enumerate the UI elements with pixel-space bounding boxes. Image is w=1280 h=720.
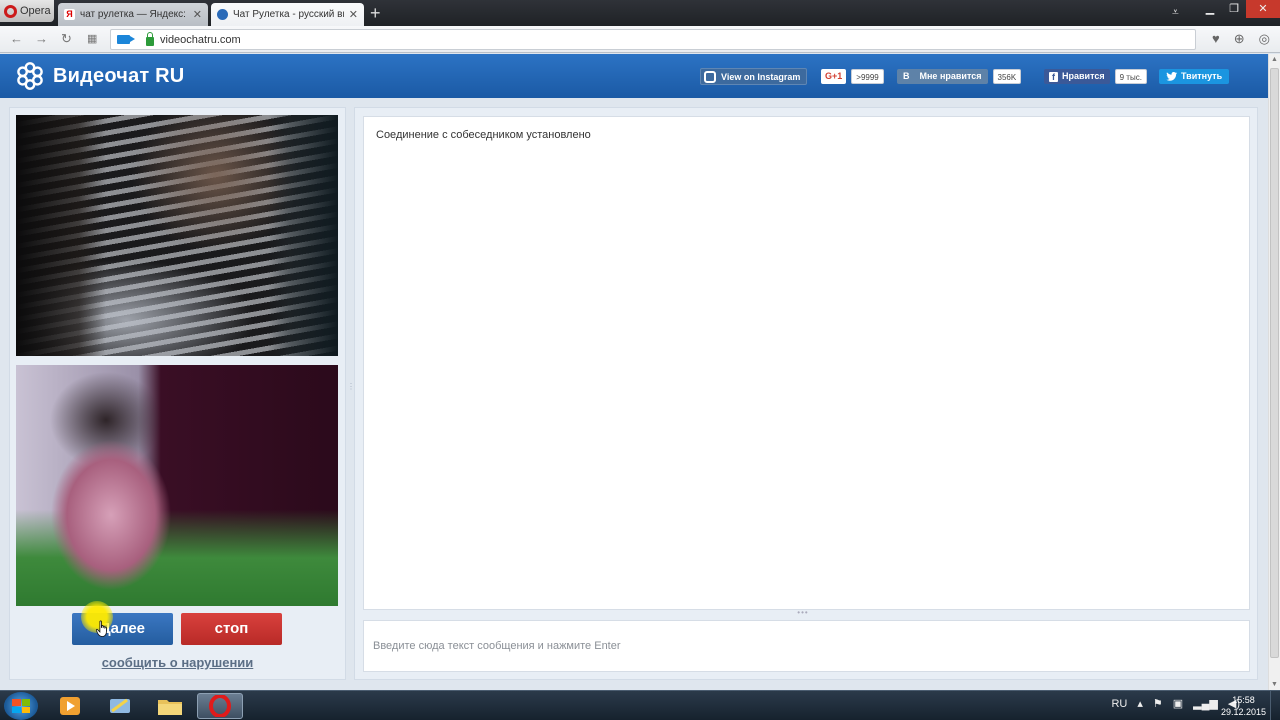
google-plus-label: G+1 [821, 69, 847, 84]
google-plus-count: >9999 [851, 69, 884, 84]
report-violation-link[interactable]: сообщить о нарушении [10, 655, 345, 670]
clock-time: 15:58 [1232, 695, 1255, 705]
tray-expand-icon[interactable]: ▴ [1137, 697, 1143, 710]
scroll-thumb[interactable] [1270, 68, 1279, 658]
maximize-icon[interactable]: ❐ [1222, 0, 1246, 18]
instagram-label: View on Instagram [721, 71, 801, 82]
minimize-icon[interactable]: ▁ [1198, 0, 1222, 18]
app-window-icon [110, 698, 130, 713]
site-title: Видеочат RU [53, 64, 185, 87]
opera-menu-button[interactable]: Opera [0, 0, 54, 22]
language-indicator[interactable]: RU [1111, 698, 1127, 710]
secure-lock-icon[interactable] [146, 31, 154, 46]
stop-button[interactable]: стоп [181, 613, 282, 645]
google-plus-button[interactable]: G+1 >9999 [821, 68, 884, 85]
folder-icon [158, 700, 182, 715]
facebook-like-label: Нравится [1062, 71, 1105, 81]
url-text: videochatru.com [160, 33, 241, 46]
instagram-button[interactable]: View on Instagram [700, 68, 808, 85]
hand-cursor-icon [96, 620, 107, 637]
taskbar-opera[interactable] [197, 693, 243, 719]
twitter-tweet-label: Твитнуть [1181, 71, 1223, 81]
facebook-icon: f [1049, 71, 1058, 82]
chat-log: Соединение с собеседником установлено [363, 116, 1250, 610]
download-icon[interactable]: ⊕ [1234, 31, 1245, 47]
action-center-flag-icon[interactable]: ⚑ [1153, 697, 1163, 710]
camera-permission-icon[interactable] [117, 35, 135, 44]
site-header: Видеочат RU View on Instagram G+1 >9999 … [0, 54, 1268, 98]
tab-close-icon[interactable]: ✕ [193, 8, 202, 21]
speed-dial-icon[interactable]: ▦ [87, 32, 97, 45]
favorite-heart-icon[interactable]: ♥ [1212, 31, 1220, 47]
chat-panel: Соединение с собеседником установлено ••… [354, 107, 1258, 680]
videochat-logo-icon [17, 62, 43, 90]
instagram-icon [704, 70, 716, 83]
taskbar-clock[interactable]: 15:58 29.12.2015 [1221, 694, 1266, 718]
new-tab-button[interactable]: + [370, 4, 381, 22]
opera-icon [209, 695, 231, 717]
vk-like-label: Мне нравится [919, 71, 982, 81]
tab-close-icon[interactable]: ✕ [349, 8, 358, 21]
scroll-down-icon[interactable]: ▼ [1271, 681, 1278, 688]
page-scrollbar[interactable]: ▲ ▼ [1268, 54, 1280, 690]
opera-menu-label: Opera [20, 5, 51, 17]
chat-resize-handle[interactable]: ••• [793, 609, 813, 617]
tab-title: Чат Рулетка - русский вид [233, 9, 344, 20]
windows-taskbar: RU ▴ ⚑ ▣ ▂▄▆ ◀) 15:58 29.12.2015 [0, 690, 1280, 720]
tray-app-icon[interactable]: ▣ [1173, 697, 1183, 710]
panel-resize-handle[interactable]: ⋮ [347, 383, 355, 403]
message-input[interactable] [363, 620, 1250, 672]
tab-yandex[interactable]: Я чат рулетка — Яндекс: на ✕ [58, 3, 208, 26]
twitter-bird-icon [1166, 72, 1177, 81]
site-logo[interactable]: Видеочат RU [15, 61, 184, 91]
window-close-icon[interactable]: ✕ [1246, 0, 1280, 18]
scroll-up-icon[interactable]: ▲ [1271, 56, 1278, 63]
vk-icon: В [903, 71, 910, 81]
video-panel: Далее стоп сообщить о нарушении [9, 107, 346, 680]
taskbar-explorer[interactable] [147, 693, 193, 719]
vk-like-button[interactable]: В Мне нравится 356K [897, 68, 1022, 85]
forward-arrow-icon[interactable]: → [35, 31, 48, 46]
back-arrow-icon[interactable]: ← [10, 31, 23, 46]
remote-video [16, 115, 338, 356]
vk-like-count: 356K [992, 69, 1022, 84]
videochat-favicon-icon [217, 9, 228, 20]
address-bar-actions: ♥ ⊕ ◎ [1212, 31, 1270, 47]
windows-logo-icon [12, 699, 30, 713]
tab-menu-icon[interactable]: ⩡ [1172, 5, 1179, 20]
opera-logo-icon [4, 4, 17, 18]
facebook-like-button[interactable]: f Нравится 9 тыс. [1044, 68, 1147, 85]
reload-icon[interactable]: ↻ [61, 31, 72, 47]
network-signal-icon[interactable]: ▂▄▆ [1193, 697, 1218, 710]
taskbar-app-2[interactable] [97, 693, 143, 719]
tab-title: чат рулетка — Яндекс: на [80, 9, 188, 20]
facebook-like-count: 9 тыс. [1114, 69, 1147, 84]
clock-date: 29.12.2015 [1220, 707, 1266, 717]
show-desktop-button[interactable] [1270, 691, 1280, 720]
taskbar-media-player[interactable] [47, 693, 93, 719]
chat-message-system: Соединение с собеседником установлено [376, 129, 591, 141]
yandex-favicon-icon: Я [64, 9, 75, 20]
local-video [16, 365, 338, 606]
window-controls: ▁ ❐ ✕ [1198, 0, 1280, 18]
browser-tab-strip: Opera Я чат рулетка — Яндекс: на ✕ Чат Р… [0, 0, 1280, 26]
opera-turbo-icon[interactable]: ◎ [1259, 31, 1270, 47]
url-field[interactable]: videochatru.com [110, 29, 1196, 50]
media-player-icon [60, 697, 80, 715]
tab-chatroulette[interactable]: Чат Рулетка - русский вид ✕ [211, 3, 364, 26]
address-bar-row: ← → ↻ ▦ videochatru.com ♥ ⊕ ◎ [0, 26, 1280, 53]
twitter-tweet-button[interactable]: Твитнуть [1159, 68, 1230, 85]
